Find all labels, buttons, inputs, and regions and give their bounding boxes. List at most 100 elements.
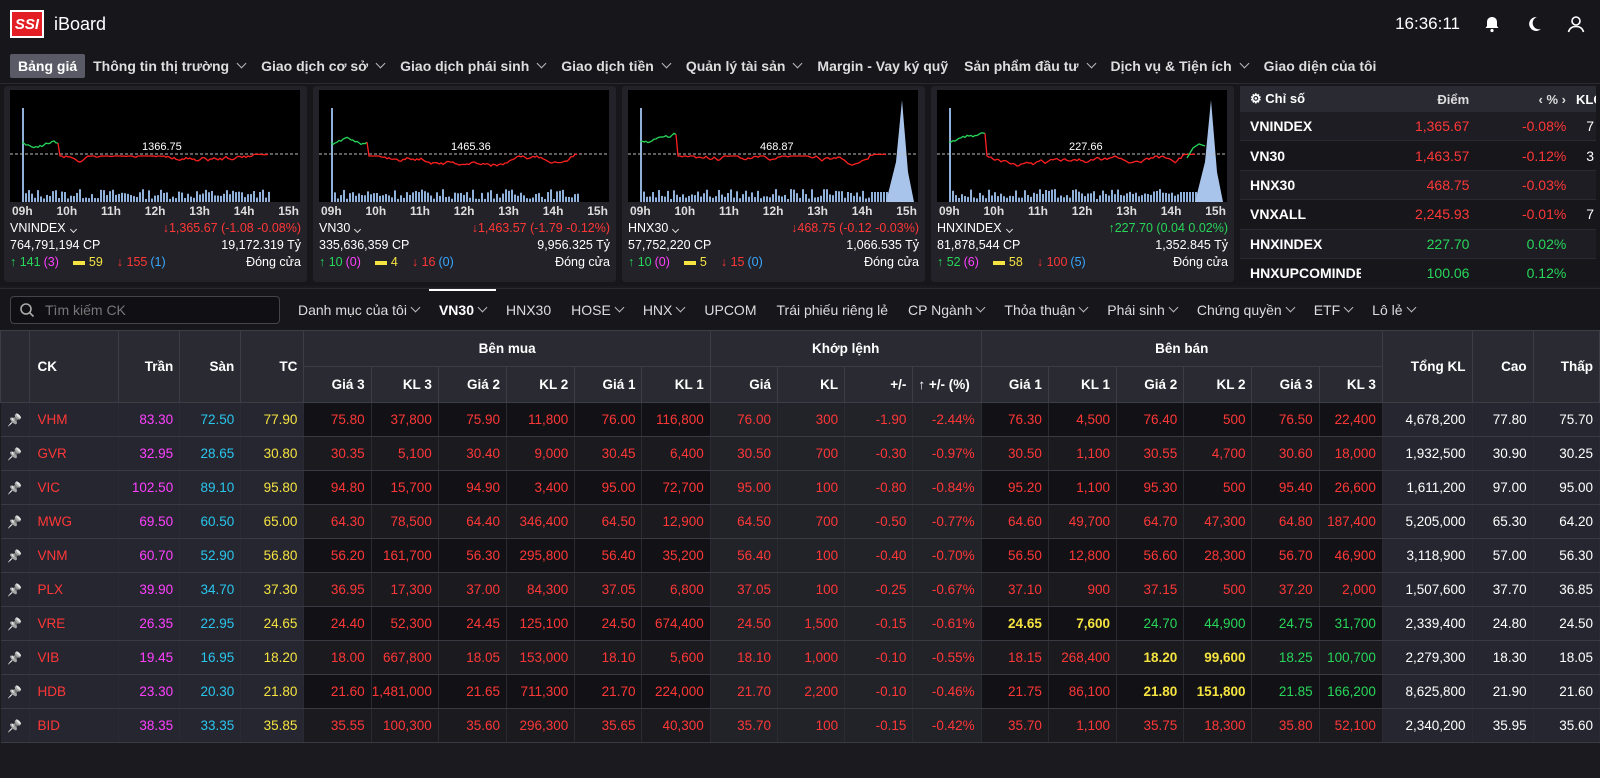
table-row[interactable]: 📌 BID 38.35 33.35 35.85 35.55 100,300 35.60 296,…	[0, 708, 1600, 743]
index-name-select[interactable]: VN30	[319, 221, 362, 235]
tab-12[interactable]: Lô lẻ	[1362, 289, 1424, 331]
bid-cell[interactable]: 224,000	[641, 674, 711, 709]
ask-cell[interactable]: 95.30	[1116, 470, 1185, 505]
index-card-hnxindex[interactable]: 227.66 09h 10h 11h 12h 13h 14h 15h HNXINDEX ↑227.…	[931, 86, 1234, 282]
ask-cell[interactable]: 44,900	[1183, 606, 1253, 641]
pin-cell[interactable]: 📌	[0, 402, 30, 437]
table-row[interactable]: 📌 VHM 83.30 72.50 77.90 75.80 37,800 75.90 11,80…	[0, 402, 1600, 437]
ask-cell[interactable]: 28,300	[1183, 538, 1253, 573]
bid-cell[interactable]: 17,300	[371, 572, 439, 607]
index-chart[interactable]: 227.66	[937, 90, 1227, 202]
tab-8[interactable]: Thỏa thuận	[994, 289, 1097, 331]
ask-cell[interactable]: 4,700	[1183, 436, 1253, 471]
ask-cell[interactable]: 18.20	[1116, 640, 1185, 675]
ask-cell[interactable]: 56.60	[1116, 538, 1185, 573]
ask-cell[interactable]: 52,100	[1319, 708, 1383, 743]
bid-cell[interactable]: 78,500	[371, 504, 439, 539]
pin-icon[interactable]: 📌	[7, 413, 22, 427]
ask-cell[interactable]: 900	[1048, 572, 1118, 607]
bid-cell[interactable]: 6,400	[641, 436, 711, 471]
pin-icon[interactable]: 📌	[7, 447, 22, 461]
ask-cell[interactable]: 7,600	[1048, 606, 1118, 641]
symbol[interactable]: HDB	[29, 674, 120, 709]
symbol[interactable]: VRE	[29, 606, 120, 641]
pin-cell[interactable]: 📌	[0, 708, 30, 743]
menu-item-1[interactable]: Thông tin thị trường	[85, 54, 253, 78]
index-chart[interactable]: 1465.36	[319, 90, 609, 202]
ask-cell[interactable]: 49,700	[1048, 504, 1118, 539]
bid-cell[interactable]: 52,300	[371, 606, 439, 641]
ask-cell[interactable]: 2,000	[1319, 572, 1383, 607]
bid-cell[interactable]: 21.70	[574, 674, 643, 709]
ask-cell[interactable]: 35.70	[981, 708, 1049, 743]
pin-cell[interactable]: 📌	[0, 572, 30, 607]
ask-cell[interactable]: 99,600	[1183, 640, 1253, 675]
ask-cell[interactable]: 30.50	[981, 436, 1049, 471]
ask-cell[interactable]: 24.65	[981, 606, 1049, 641]
symbol[interactable]: VHM	[29, 402, 120, 437]
col-ck[interactable]: CK	[28, 330, 120, 403]
bid-cell[interactable]: 24.45	[438, 606, 508, 641]
ask-cell[interactable]: 30.55	[1116, 436, 1185, 471]
ask-cell[interactable]: 95.20	[981, 470, 1049, 505]
index-name-select[interactable]: VNINDEX	[10, 221, 77, 235]
ask-cell[interactable]: 35.80	[1251, 708, 1320, 743]
menu-item-7[interactable]: Sản phẩm đầu tư	[956, 54, 1102, 78]
bid-cell[interactable]: 35,200	[641, 538, 711, 573]
ask-cell[interactable]: 18.25	[1251, 640, 1320, 675]
ask-cell[interactable]: 64.60	[981, 504, 1049, 539]
table-row[interactable]: 📌 VRE 26.35 22.95 24.65 24.40 52,300 24.45 125,1…	[0, 606, 1600, 641]
bid-cell[interactable]: 40,300	[641, 708, 711, 743]
bid-cell[interactable]: 95.00	[574, 470, 643, 505]
ask-cell[interactable]: 151,800	[1183, 674, 1253, 709]
menu-item-9[interactable]: Giao diện của tôi	[1256, 54, 1385, 78]
search-box[interactable]	[10, 295, 280, 324]
ask-cell[interactable]: 37.10	[981, 572, 1049, 607]
bid-cell[interactable]: 36.95	[303, 572, 372, 607]
bid-cell[interactable]: 24.40	[303, 606, 372, 641]
ask-cell[interactable]: 1,100	[1048, 470, 1118, 505]
col-p1[interactable]: Giá 1	[980, 366, 1049, 403]
symbol[interactable]: VNM	[29, 538, 120, 573]
bid-cell[interactable]: 30.45	[574, 436, 643, 471]
bid-cell[interactable]: 5,600	[641, 640, 711, 675]
pin-cell[interactable]: 📌	[0, 470, 30, 505]
tab-11[interactable]: ETF	[1304, 289, 1362, 331]
bid-cell[interactable]: 30.35	[303, 436, 372, 471]
col-v1[interactable]: KL 1	[1047, 366, 1118, 403]
ask-cell[interactable]: 76.50	[1251, 402, 1320, 437]
col-low[interactable]: Thấp	[1532, 330, 1600, 403]
ssi-logo[interactable]: SSI	[10, 10, 44, 38]
index-row[interactable]: VNINDEX 1,365.67 -0.08% 7	[1240, 112, 1596, 142]
col-v2[interactable]: KL 2	[1183, 366, 1253, 403]
ask-cell[interactable]: 18,000	[1319, 436, 1383, 471]
col-floor[interactable]: Sàn	[179, 330, 242, 403]
symbol[interactable]: VIC	[29, 470, 120, 505]
bid-cell[interactable]: 116,800	[641, 402, 711, 437]
ask-cell[interactable]: 31,700	[1319, 606, 1383, 641]
table-row[interactable]: 📌 VIC 102.50 89.10 95.80 94.80 15,700 94.90 3,40…	[0, 470, 1600, 505]
bid-cell[interactable]: 346,400	[506, 504, 576, 539]
bid-cell[interactable]: 711,300	[506, 674, 576, 709]
pin-icon[interactable]: 📌	[7, 651, 22, 665]
menu-item-5[interactable]: Quản lý tài sản	[678, 54, 810, 78]
menu-item-3[interactable]: Giao dịch phái sinh	[392, 54, 553, 78]
tab-4[interactable]: HNX	[633, 289, 695, 331]
menu-item-8[interactable]: Dịch vụ & Tiện ích	[1103, 54, 1256, 78]
bid-cell[interactable]: 12,900	[641, 504, 711, 539]
bid-cell[interactable]: 64.30	[303, 504, 372, 539]
table-row[interactable]: 📌 VIB 19.45 16.95 18.20 18.00 667,800 18.05 153,…	[0, 640, 1600, 675]
symbol[interactable]: VIB	[29, 640, 120, 675]
ask-cell[interactable]: 86,100	[1048, 674, 1118, 709]
index-name-select[interactable]: HNX30	[628, 221, 680, 235]
bid-cell[interactable]: 35.60	[438, 708, 508, 743]
user-icon[interactable]	[1566, 14, 1586, 34]
bid-cell[interactable]: 667,800	[371, 640, 439, 675]
ask-cell[interactable]: 30.60	[1251, 436, 1320, 471]
ask-cell[interactable]: 64.70	[1116, 504, 1185, 539]
bid-cell[interactable]: 35.65	[574, 708, 643, 743]
tab-3[interactable]: HOSE	[561, 289, 633, 331]
pin-icon[interactable]: 📌	[7, 515, 22, 529]
moon-icon[interactable]	[1524, 14, 1544, 34]
bid-cell[interactable]: 9,000	[506, 436, 576, 471]
